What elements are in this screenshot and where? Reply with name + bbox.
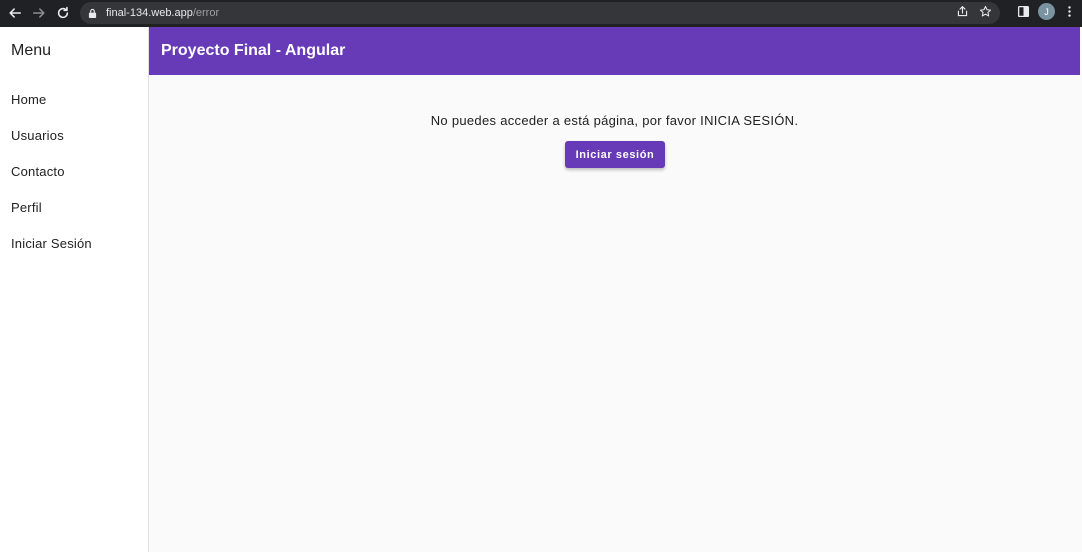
more-options-icon[interactable]: [1063, 5, 1076, 18]
url-text: final-134.web.app/error: [106, 7, 219, 19]
profile-avatar[interactable]: J: [1038, 3, 1055, 20]
star-icon[interactable]: [979, 5, 992, 18]
back-button[interactable]: [3, 1, 27, 25]
sidebar-item-iniciar-sesion[interactable]: Iniciar Sesión: [0, 225, 148, 261]
side-panel-icon[interactable]: [1017, 5, 1030, 18]
sidebar-item-home[interactable]: Home: [0, 81, 148, 117]
sidebar-nav-list: Home Usuarios Contacto Perfil Iniciar Se…: [0, 81, 148, 261]
address-bar[interactable]: final-134.web.app/error: [80, 2, 1000, 24]
arrow-right-icon: [32, 8, 45, 18]
login-button[interactable]: Iniciar sesión: [565, 141, 665, 168]
sidebar-item-usuarios[interactable]: Usuarios: [0, 117, 148, 153]
share-icon[interactable]: [956, 5, 969, 18]
url-host: final-134.web.app: [106, 7, 193, 19]
sidebar-item-perfil[interactable]: Perfil: [0, 189, 148, 225]
main-content: No puedes acceder a está página, por fav…: [149, 75, 1082, 552]
app-title: Proyecto Final - Angular: [161, 42, 346, 59]
url-path: /error: [192, 7, 220, 19]
reload-icon: [57, 6, 69, 19]
sidebar-title: Menu: [11, 42, 52, 59]
forward-button[interactable]: [27, 1, 51, 25]
app-toolbar: Proyecto Final - Angular: [149, 27, 1080, 75]
sidebar-item-contacto[interactable]: Contacto: [0, 153, 148, 189]
lock-icon: [88, 7, 98, 19]
arrow-left-icon: [9, 8, 22, 18]
sidebar: Menu Home Usuarios Contacto Perfil Inici…: [0, 27, 149, 552]
reload-button[interactable]: [51, 1, 75, 25]
access-denied-message: No puedes acceder a está página, por fav…: [430, 113, 799, 128]
browser-toolbar: final-134.web.app/error J: [0, 0, 1082, 27]
